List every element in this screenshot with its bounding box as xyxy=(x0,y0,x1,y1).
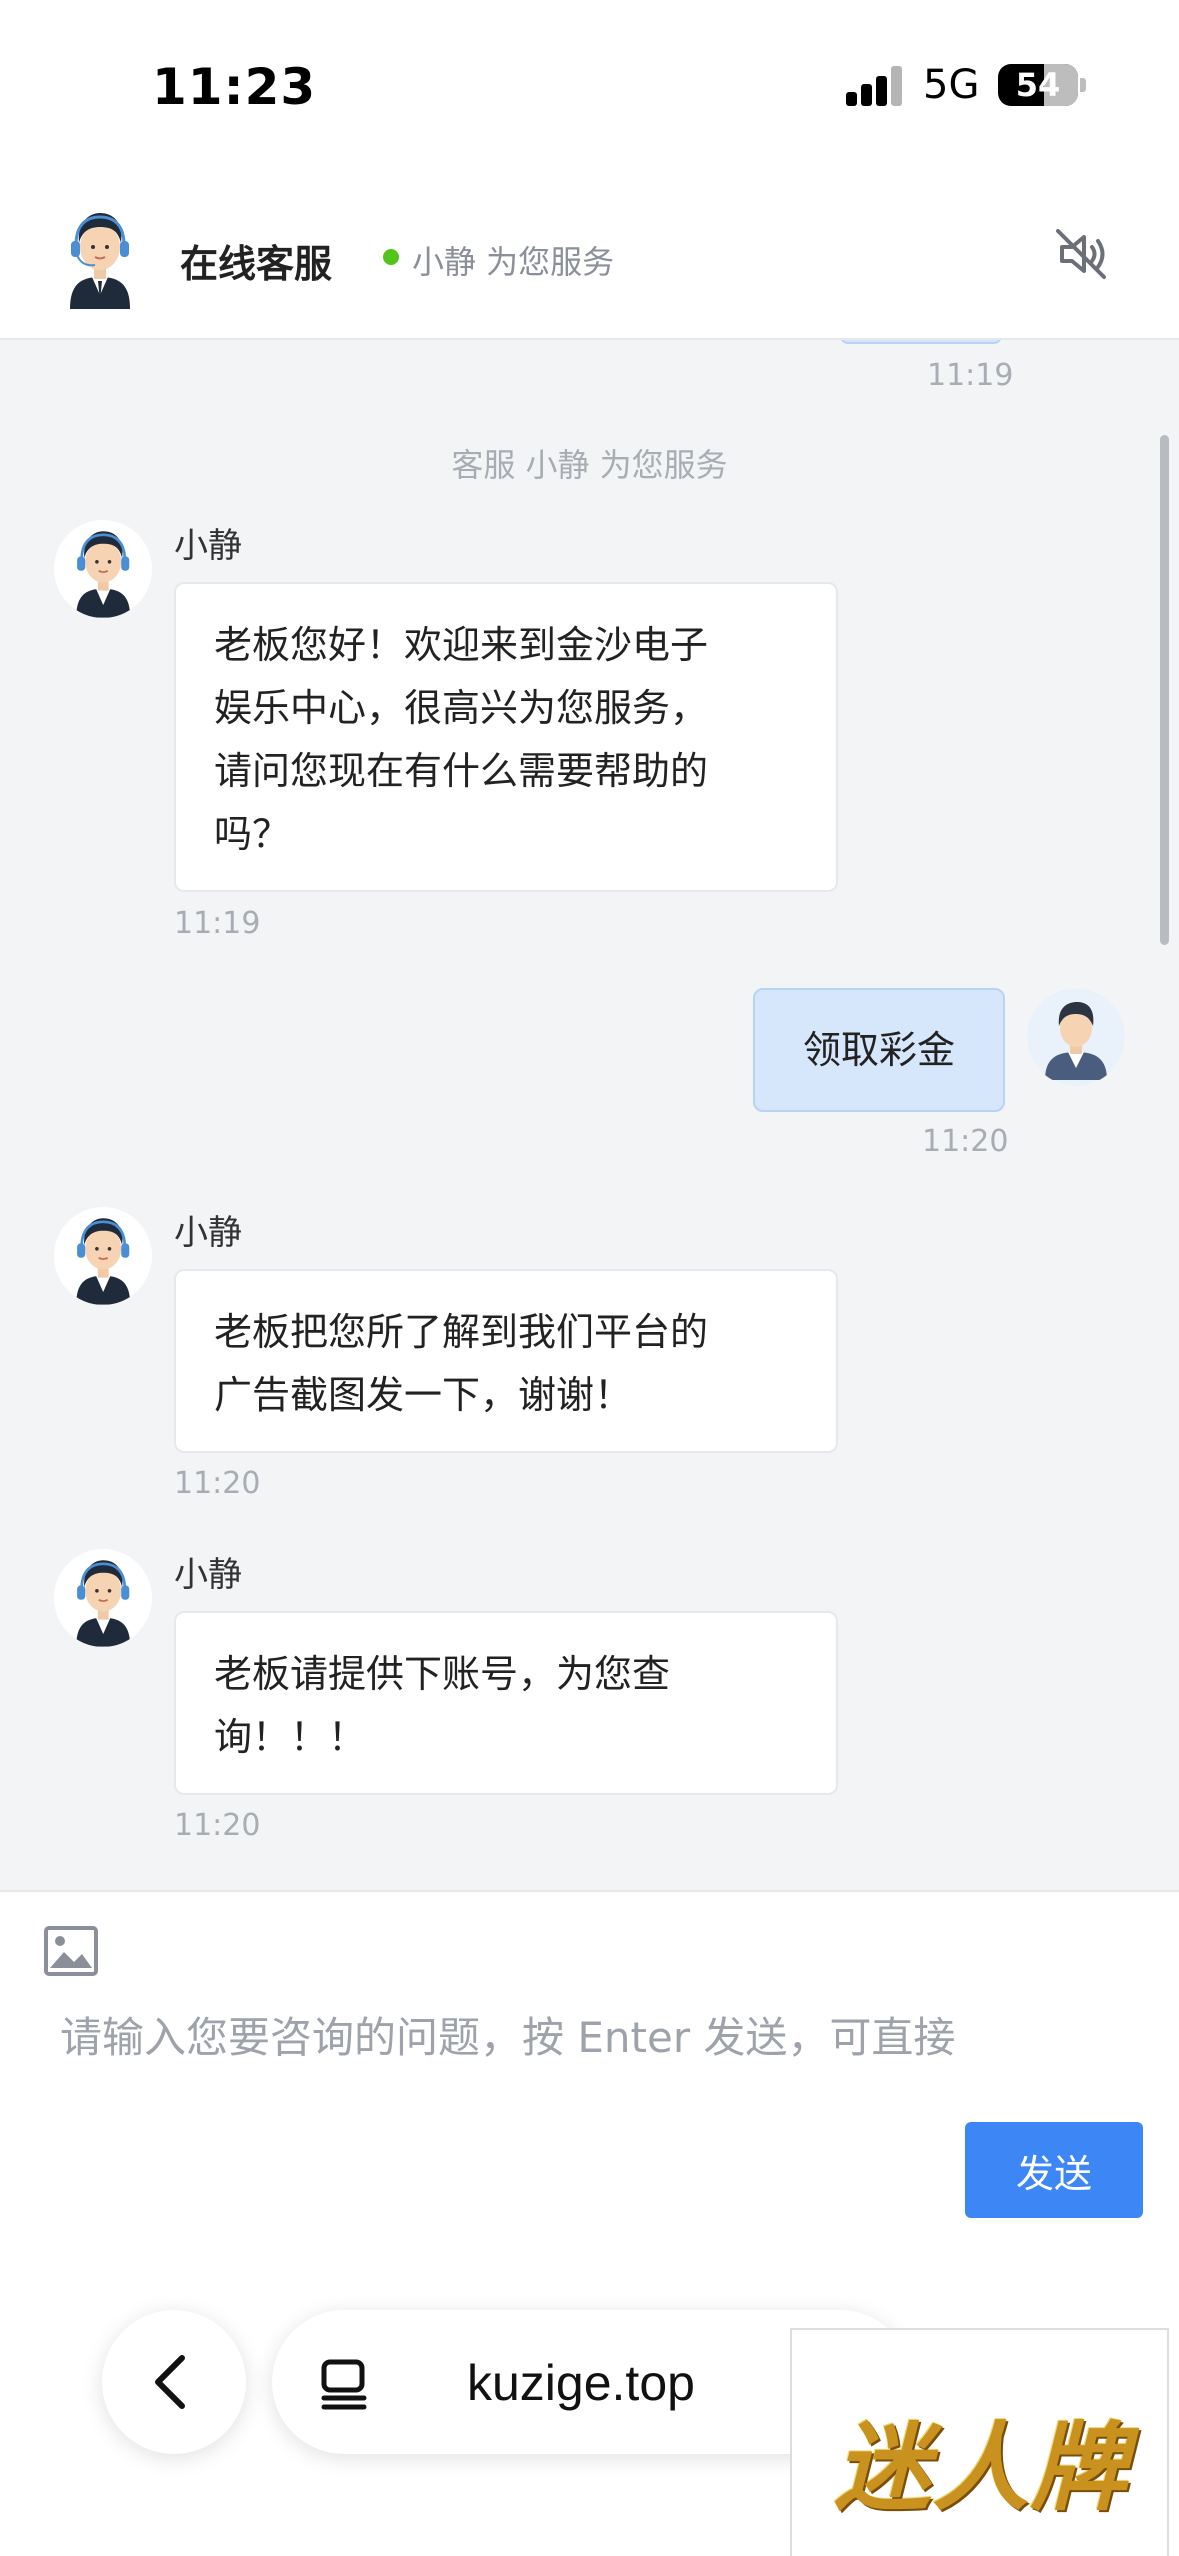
watermark-text: 迷人牌 xyxy=(834,2412,1129,2524)
sound-off-icon[interactable] xyxy=(1052,225,1110,283)
agent-status: 小静 为您服务 xyxy=(412,243,615,281)
signal-icon xyxy=(846,66,904,106)
message-line: 娱乐中心，很高兴为您服务， xyxy=(214,686,709,730)
message-line: 老板把您所了解到我们平台的 xyxy=(214,1310,709,1354)
chat-messages[interactable]: 11:19 客服 小静 为您服务 小静 老板您好！欢迎来到金沙电子 娱乐中心，很… xyxy=(0,340,1179,1890)
chat-header: 在线客服 小静 为您服务 xyxy=(0,175,1179,340)
message-input[interactable] xyxy=(60,2002,1120,2072)
battery-level: 54 xyxy=(1015,66,1061,104)
user-avatar-icon xyxy=(1027,988,1125,1086)
message-time: 11:20 xyxy=(922,1124,1009,1159)
network-label: 5G xyxy=(923,62,980,108)
sender-name: 小静 xyxy=(174,1213,242,1253)
scrollbar[interactable] xyxy=(1160,435,1169,945)
agent-avatar-icon xyxy=(54,1207,152,1305)
watermark-logo: 迷人牌 xyxy=(790,2328,1169,2556)
agent-avatar-icon xyxy=(54,1549,152,1647)
image-upload-icon[interactable] xyxy=(42,1922,100,1980)
user-message-bubble: 领取彩金 xyxy=(753,988,1005,1112)
status-time: 11:23 xyxy=(152,58,317,116)
message-time: 11:19 xyxy=(927,358,1014,393)
message-line: 老板请提供下账号，为您查 xyxy=(214,1652,671,1696)
battery-tip xyxy=(1080,78,1086,92)
agent-avatar-icon xyxy=(54,520,152,618)
tabs-icon xyxy=(321,2359,367,2410)
chevron-left-icon xyxy=(155,2355,185,2409)
back-button[interactable] xyxy=(102,2310,246,2454)
battery-icon: 54 xyxy=(998,64,1078,106)
message-line: 老板您好！欢迎来到金沙电子 xyxy=(214,623,709,667)
message-line: 询！！！ xyxy=(214,1715,367,1759)
status-bar: 11:23 5G 54 xyxy=(0,0,1179,175)
agent-message-bubble: 老板把您所了解到我们平台的 广告截图发一下，谢谢！ xyxy=(174,1269,838,1453)
chat-title: 在线客服 xyxy=(180,242,333,286)
agent-message-bubble: 老板您好！欢迎来到金沙电子 娱乐中心，很高兴为您服务， 请问您现在有什么需要帮助… xyxy=(174,582,838,892)
sender-name: 小静 xyxy=(174,526,242,566)
message-line: 广告截图发一下，谢谢！ xyxy=(214,1373,633,1417)
sender-name: 小静 xyxy=(174,1555,242,1595)
message-time: 11:19 xyxy=(174,906,261,941)
send-button[interactable]: 发送 xyxy=(965,2122,1143,2218)
previous-user-bubble xyxy=(840,340,1002,344)
message-time: 11:20 xyxy=(174,1466,261,1501)
agent-avatar-icon xyxy=(70,213,130,309)
message-line: 吗？ xyxy=(214,812,291,856)
system-notice: 客服 小静 为您服务 xyxy=(451,446,728,484)
agent-message-bubble: 老板请提供下账号，为您查 询！！！ xyxy=(174,1611,838,1795)
url-text: kuzige.top xyxy=(467,2355,695,2411)
message-time: 11:20 xyxy=(174,1808,261,1843)
online-status-dot xyxy=(383,249,399,265)
message-line: 请问您现在有什么需要帮助的 xyxy=(214,749,709,793)
